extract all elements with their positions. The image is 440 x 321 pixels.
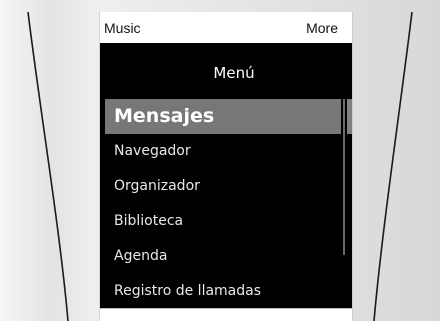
scrollbar-thumb[interactable] bbox=[347, 99, 352, 134]
scrollbar-track[interactable] bbox=[343, 99, 345, 255]
menu-item-mensajes[interactable]: Mensajes bbox=[105, 99, 341, 134]
more-softkey[interactable]: More bbox=[306, 20, 338, 36]
music-softkey[interactable]: Music bbox=[104, 20, 141, 36]
menu-item-agenda[interactable]: Agenda bbox=[105, 239, 352, 274]
menu-item-biblioteca[interactable]: Biblioteca bbox=[105, 204, 352, 239]
device-body: Music More Menú Mensajes Navegador Organ… bbox=[0, 0, 440, 321]
menu-list: Mensajes Navegador Organizador Bibliotec… bbox=[105, 99, 352, 309]
menu-item-organizador[interactable]: Organizador bbox=[105, 169, 352, 204]
bottom-softkey-bar bbox=[100, 308, 352, 321]
menu-title: Menú bbox=[105, 55, 352, 91]
phone-screen: Music More Menú Mensajes Navegador Organ… bbox=[100, 12, 352, 321]
softkey-bar: Music More bbox=[100, 12, 352, 43]
menu-item-navegador[interactable]: Navegador bbox=[105, 134, 352, 169]
bottom-divider bbox=[100, 298, 352, 308]
